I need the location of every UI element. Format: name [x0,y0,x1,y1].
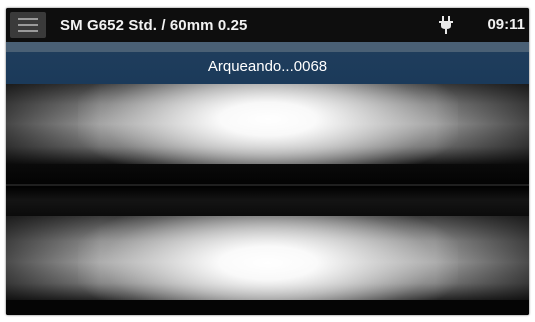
clock: 09:11 [487,16,525,33]
status-banner: Arqueando...0068 [6,42,529,84]
menu-button[interactable] [10,12,46,38]
fiber-gap-band [6,164,529,216]
fusion-splicer-screen: SM G652 Std. / 60mm 0.25 09:11 Arqueando… [6,8,529,315]
fiber-image-lower [6,216,529,300]
fiber-image-upper [6,84,529,164]
hamburger-menu-icon [18,18,38,32]
fiber-bottom-band [6,300,529,315]
splice-program-title: SM G652 Std. / 60mm 0.25 [60,16,248,34]
fiber-camera-view [6,84,529,315]
top-bar: SM G652 Std. / 60mm 0.25 09:11 [6,8,529,42]
arc-status-text: Arqueando...0068 [207,58,328,75]
ac-power-plug-icon [439,16,453,34]
